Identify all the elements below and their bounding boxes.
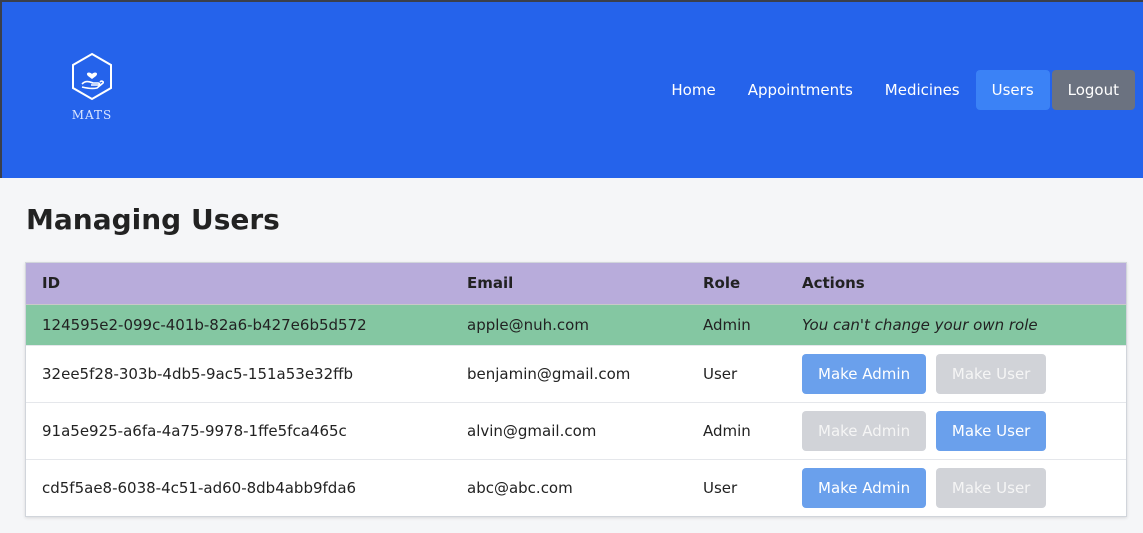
cell-id: cd5f5ae8-6038-4c51-ad60-8db4abb9fda6 — [42, 478, 357, 497]
cell-role: User — [703, 478, 738, 497]
cell-email: abc@abc.com — [467, 478, 573, 497]
nav-appointments[interactable]: Appointments — [732, 70, 869, 110]
cell-actions: Make Admin Make User — [786, 459, 1126, 516]
cell-role: User — [703, 364, 738, 383]
make-user-button[interactable]: Make User — [935, 410, 1047, 451]
cell-actions: Make Admin Make User — [786, 402, 1126, 459]
cell-actions: You can't change your own role — [786, 304, 1126, 345]
cell-id: 32ee5f28-303b-4db5-9ac5-151a53e32ffb — [42, 364, 353, 383]
users-table: ID Email Role Actions 124595e2-099c-401b… — [26, 263, 1126, 516]
cell-actions: Make Admin Make User — [786, 345, 1126, 402]
make-admin-button[interactable]: Make Admin — [802, 467, 927, 508]
logout-button[interactable]: Logout — [1051, 70, 1135, 110]
cell-role: Admin — [703, 421, 751, 440]
own-role-note: You can't change your own role — [802, 315, 1038, 334]
cell-email: benjamin@gmail.com — [467, 364, 631, 383]
cell-id: 91a5e925-a6fa-4a75-9978-1ffe5fca465c — [42, 421, 347, 440]
table-row: 32ee5f28-303b-4db5-9ac5-151a53e32ffb ben… — [26, 345, 1126, 402]
header-role: Role — [703, 274, 741, 293]
table-row-current-user: 124595e2-099c-401b-82a6-b427e6b5d572 app… — [26, 304, 1126, 345]
make-admin-button[interactable]: Make Admin — [802, 353, 927, 394]
header-email: Email — [467, 274, 514, 293]
table-row: 91a5e925-a6fa-4a75-9978-1ffe5fca465c alv… — [26, 402, 1126, 459]
table-row: cd5f5ae8-6038-4c51-ad60-8db4abb9fda6 abc… — [26, 459, 1126, 516]
header-actions: Actions — [802, 274, 865, 293]
users-table-container: ID Email Role Actions 124595e2-099c-401b… — [25, 262, 1127, 517]
table-header-row: ID Email Role Actions — [26, 263, 1126, 304]
nav-users[interactable]: Users — [975, 70, 1050, 110]
make-admin-button: Make Admin — [802, 410, 927, 451]
make-user-button: Make User — [935, 467, 1047, 508]
make-user-button: Make User — [935, 353, 1047, 394]
cell-email: alvin@gmail.com — [467, 421, 597, 440]
logo-text: MATS — [71, 108, 113, 122]
page-title: Managing Users — [26, 203, 280, 236]
top-navbar: MATS Home Appointments Medicines Users L… — [0, 0, 1143, 178]
app-logo[interactable]: MATS — [64, 52, 120, 122]
main-nav: Home Appointments Medicines Users Logout — [655, 70, 1135, 110]
hand-heart-icon — [72, 52, 112, 101]
header-id: ID — [42, 274, 61, 293]
nav-medicines[interactable]: Medicines — [869, 70, 976, 110]
nav-home[interactable]: Home — [655, 70, 731, 110]
cell-role: Admin — [703, 315, 751, 334]
cell-email: apple@nuh.com — [467, 315, 589, 334]
cell-id: 124595e2-099c-401b-82a6-b427e6b5d572 — [42, 315, 367, 334]
